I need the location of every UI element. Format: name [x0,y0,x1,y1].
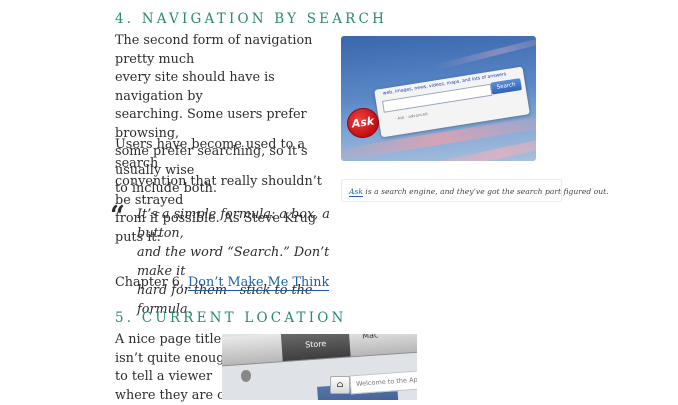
section-heading-current-location: 5. CURRENT LOCATION [115,310,347,326]
paragraph-line: Users have become used to a search [115,136,340,173]
figure-caption: Ask is a search engine, and they’ve got … [341,179,562,202]
paragraph-line: The second form of navigation pretty muc… [115,32,340,69]
ask-search-button: Search [490,78,522,95]
apple-welcome-bar: Welcome to the Apple [349,369,417,395]
citation: Chapter 6, Don’t Make Me Think [115,274,329,293]
citation-prefix: Chapter 6, [115,275,188,290]
paragraph-line: A nice page title [115,331,215,350]
apple-nav-bar: Store Mac [222,334,417,367]
paragraph-line: to tell a viewer [115,368,215,387]
ask-footer: · Ask · advanced [395,111,428,121]
quote-mark-icon: “ [110,203,125,229]
paragraph-line: where they are on [115,387,215,405]
caption-text: is a search engine, and they’ve got the … [363,187,609,196]
sky-cloud [432,36,536,71]
paragraph-line: every site should have is navigation by [115,69,340,106]
blockquote-krug: It’s a simple formula: a box, a button, … [137,205,337,319]
quote-line: It’s a simple formula: a box, a button, [137,205,337,243]
home-icon: ⌂ [330,376,350,394]
apple-mac-tab: Mac [362,334,379,345]
ask-search-screenshot: web, images, news, videos, maps, and lot… [341,36,536,161]
apple-store-screenshot: Store Mac Welcome to the Apple ⌂ [222,334,417,400]
apple-logo-icon [241,370,251,382]
ask-logo: Ask [345,106,381,140]
book-link-dont-make-me-think[interactable]: Don’t Make Me Think [188,275,329,291]
paragraph-current-location: A nice page title isn’t quite enough to … [115,331,215,405]
caption-link-ask[interactable]: Ask [349,187,363,197]
section-heading-navigation-by-search: 4. NAVIGATION BY SEARCH [115,11,387,27]
paragraph-line: isn’t quite enough [115,350,215,369]
apple-store-tab: Store [281,334,351,361]
